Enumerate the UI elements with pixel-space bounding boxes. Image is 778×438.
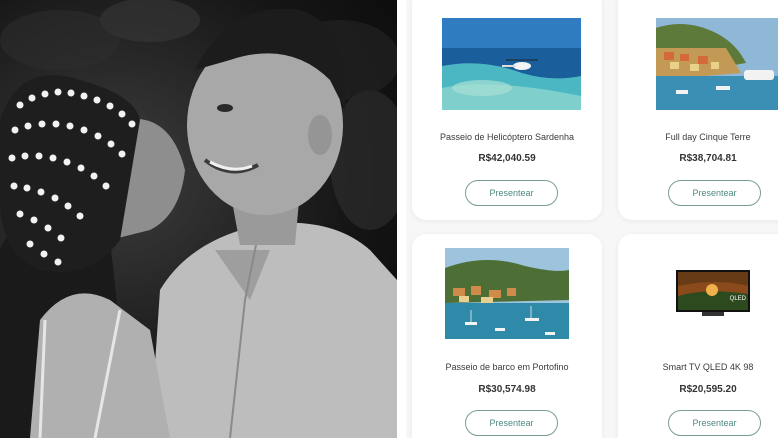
smart-tv-image: QLED (676, 270, 750, 318)
portofino-bay-image (445, 248, 569, 339)
helicopter-sea-image (442, 18, 581, 110)
divider (397, 0, 406, 438)
product-card-cinque-terre[interactable]: Full day Cinque Terre R$38,704.81 Presen… (618, 0, 778, 220)
gift-button[interactable]: Presentear (668, 410, 761, 436)
product-name: Passeio de Helicóptero Sardenha (439, 132, 575, 142)
product-name: Full day Cinque Terre (665, 132, 751, 142)
product-name: Passeio de barco em Portofino (445, 362, 569, 372)
product-price: R$20,595.20 (679, 384, 737, 395)
product-card-helicopter[interactable]: Passeio de Helicóptero Sardenha R$42,040… (412, 0, 602, 220)
couple-photo-illustration (0, 0, 397, 438)
tv-badge: QLED (729, 296, 746, 302)
gift-list-grid: Passeio de Helicóptero Sardenha R$42,040… (406, 0, 778, 438)
product-price: R$30,574.98 (478, 384, 536, 395)
product-name: Smart TV QLED 4K 98 (662, 362, 754, 372)
product-card-smart-tv[interactable]: QLED Smart TV QLED 4K 98 R$20,595.20 Pre… (618, 234, 778, 438)
couple-photo (0, 0, 397, 438)
cinque-terre-harbor-image (656, 18, 778, 110)
product-card-portofino[interactable]: Passeio de barco em Portofino R$30,574.9… (412, 234, 602, 438)
product-price: R$38,704.81 (679, 153, 737, 164)
gift-button[interactable]: Presentear (668, 180, 761, 206)
gift-button[interactable]: Presentear (465, 180, 558, 206)
gift-button[interactable]: Presentear (465, 410, 558, 436)
product-price: R$42,040.59 (478, 153, 536, 164)
